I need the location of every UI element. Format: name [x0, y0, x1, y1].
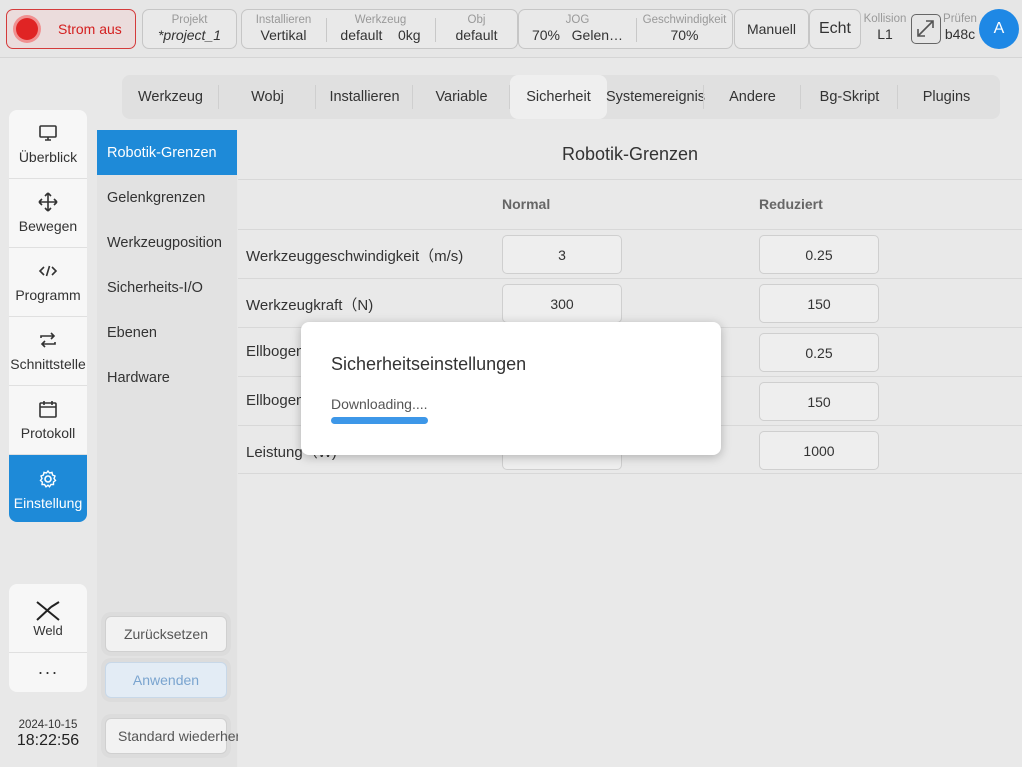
reduced-value-input[interactable]: 0.25	[759, 333, 879, 372]
check-title: Prüfen	[943, 13, 977, 25]
table-row: Werkzeuggeschwindigkeit（m/s) 3 0.25	[238, 229, 1022, 278]
sidebar-item-log[interactable]: Protokoll	[9, 386, 87, 455]
speed-value: 70%	[670, 27, 699, 43]
collision-value: L1	[877, 26, 893, 42]
sidebar-item-label: Bewegen	[18, 218, 78, 234]
expand-icon[interactable]	[911, 14, 941, 44]
subnav-tool-position[interactable]: Werkzeugposition	[97, 220, 237, 265]
main-sidebar: Überblick Bewegen Programm Schnittstelle…	[9, 110, 87, 522]
tool-value: default	[340, 27, 383, 43]
power-off-label: Strom aus	[58, 21, 122, 37]
speed-title: Geschwindigkeit	[642, 14, 727, 26]
tool-title: Werkzeug	[354, 14, 407, 26]
page-title: Robotik-Grenzen	[238, 130, 1022, 180]
table-row: Werkzeugkraft（N) 300 150	[238, 278, 1022, 327]
sidebar-item-interface[interactable]: Schnittstelle	[9, 317, 87, 386]
install-title: Installieren	[255, 14, 312, 26]
tab-tool[interactable]: Werkzeug	[122, 75, 219, 119]
sidebar-item-label: Protokoll	[20, 425, 76, 441]
manual-mode-button[interactable]: Manuell	[734, 9, 809, 49]
collision-title: Kollision	[863, 13, 907, 25]
project-value: *project_1	[157, 27, 222, 43]
row-label: Werkzeuggeschwindigkeit（m/s)	[246, 248, 464, 265]
column-header-normal: Normal	[502, 196, 551, 212]
code-icon	[38, 265, 58, 277]
gear-icon	[39, 469, 57, 488]
obj-value: default	[455, 27, 498, 43]
move-icon	[38, 192, 58, 212]
tab-variable[interactable]: Variable	[413, 75, 510, 119]
date-time-display: 2024-10-15 18:22:56	[0, 719, 96, 750]
sidebar-item-settings[interactable]: Einstellung	[9, 455, 87, 522]
speed-status-group[interactable]: JOG 70% Gelen… Geschwindigkeit 70%	[518, 9, 733, 49]
reduced-value-input[interactable]: 150	[759, 284, 879, 323]
swap-icon	[40, 332, 56, 348]
current-time: 18:22:56	[16, 732, 80, 749]
safety-subnav: Robotik-Grenzen Gelenkgrenzen Werkzeugpo…	[97, 130, 281, 767]
reduced-value-input[interactable]: 150	[759, 382, 879, 421]
project-title: Projekt	[171, 14, 208, 26]
calendar-icon	[39, 401, 57, 418]
sidebar-item-move[interactable]: Bewegen	[9, 179, 87, 248]
tab-other[interactable]: Andere	[704, 75, 801, 119]
user-avatar[interactable]: A	[979, 9, 1019, 49]
subnav-robot-limits[interactable]: Robotik-Grenzen	[97, 130, 237, 175]
dialog-title: Sicherheitseinstellungen	[331, 354, 527, 374]
obj-title: Obj	[467, 14, 486, 26]
sidebar-item-label: Einstellung	[13, 494, 83, 511]
tool-weight: 0kg	[398, 27, 421, 43]
dialog-status: Downloading....	[331, 396, 428, 412]
weld-label: Weld	[33, 622, 63, 638]
jog-mode: Gelen…	[571, 27, 624, 43]
settings-tabs: Werkzeug Wobj Installieren Variable Sich…	[122, 75, 1000, 119]
tab-safety[interactable]: Sicherheit	[510, 75, 607, 119]
subnav-hardware[interactable]: Hardware	[97, 355, 237, 400]
plugin-sidebar: Weld ···	[9, 584, 87, 692]
apply-button[interactable]: Anwenden	[105, 662, 227, 698]
install-value: Vertikal	[260, 27, 307, 43]
reduced-value-input[interactable]: 1000	[759, 431, 879, 470]
weld-icon	[36, 600, 60, 621]
tab-system-events[interactable]: Systemereignis	[606, 75, 705, 119]
collision-level[interactable]: Kollision L1	[861, 9, 909, 47]
power-off-button[interactable]: Strom aus	[6, 9, 136, 49]
tab-install[interactable]: Installieren	[316, 75, 413, 119]
config-status-group[interactable]: Installieren Vertikal Werkzeug default 0…	[241, 9, 518, 49]
sidebar-item-overview[interactable]: Überblick	[9, 110, 87, 179]
check-status[interactable]: Prüfen b48c	[940, 9, 980, 47]
sidebar-item-label: Programm	[15, 287, 81, 303]
real-mode-button[interactable]: Echt	[809, 9, 861, 49]
project-selector[interactable]: Projekt *project_1	[142, 9, 237, 49]
row-label: Werkzeugkraft（N)	[246, 297, 374, 314]
normal-value-input[interactable]: 3	[502, 235, 622, 274]
more-button[interactable]: ···	[9, 653, 87, 692]
current-date: 2024-10-15	[18, 719, 78, 731]
download-dialog: Sicherheitseinstellungen Downloading....	[301, 322, 721, 455]
restore-defaults-button[interactable]: Standard wiederherstellen	[105, 718, 281, 754]
sidebar-item-label: Überblick	[18, 149, 78, 165]
reset-button[interactable]: Zurücksetzen	[105, 616, 227, 652]
subnav-planes[interactable]: Ebenen	[97, 310, 237, 355]
power-indicator-icon	[16, 18, 38, 40]
sidebar-item-weld[interactable]: Weld	[9, 584, 87, 653]
jog-title: JOG	[565, 14, 590, 26]
tab-bg-script[interactable]: Bg-Skript	[801, 75, 898, 119]
subnav-safety-io[interactable]: Sicherheits-I/O	[97, 265, 237, 310]
download-progress-bar	[331, 417, 428, 424]
reduced-value-input[interactable]: 0.25	[759, 235, 879, 274]
row-label: Ellbogen	[246, 392, 305, 409]
monitor-icon	[39, 125, 57, 141]
tab-wobj[interactable]: Wobj	[219, 75, 316, 119]
tab-plugins[interactable]: Plugins	[898, 75, 995, 119]
row-label: Ellbogen	[246, 343, 305, 360]
normal-value-input[interactable]: 300	[502, 284, 622, 323]
top-bar: Strom aus Projekt *project_1 Installiere…	[0, 0, 1022, 58]
jog-value: 70%	[531, 27, 560, 43]
subnav-joint-limits[interactable]: Gelenkgrenzen	[97, 175, 237, 220]
check-value: b48c	[944, 26, 976, 42]
sidebar-item-program[interactable]: Programm	[9, 248, 87, 317]
sidebar-item-label: Schnittstelle	[10, 356, 86, 372]
column-header-reduced: Reduziert	[759, 196, 823, 212]
